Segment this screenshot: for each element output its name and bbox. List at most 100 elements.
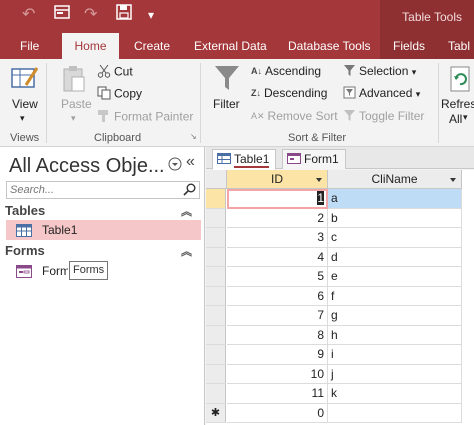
view-icon[interactable]	[10, 63, 40, 96]
chevron-up-icon[interactable]: ︽	[181, 243, 192, 259]
tab-fields[interactable]: Fields	[380, 33, 438, 59]
record-selector[interactable]	[206, 267, 226, 287]
cut-button[interactable]: Cut	[97, 64, 133, 81]
format-painter-button[interactable]: Format Painter	[97, 109, 193, 126]
advanced-filter-icon	[343, 86, 356, 102]
paste-dropdown-icon[interactable]: ▾	[71, 113, 76, 124]
toggle-filter-button[interactable]: Toggle Filter	[343, 109, 424, 125]
record-selector[interactable]	[206, 306, 226, 326]
copy-button[interactable]: Copy	[97, 86, 142, 103]
paste-button[interactable]: Paste	[61, 97, 92, 111]
refresh-all-label: All	[449, 112, 463, 126]
cell-id[interactable]: 8	[227, 325, 328, 345]
remove-sort-button[interactable]: A✕ Remove Sort	[251, 109, 338, 123]
ascending-label: Ascending	[265, 64, 322, 78]
refresh-all-button[interactable]: Refresh	[441, 97, 474, 111]
nav-search-box	[6, 181, 200, 199]
cell-id[interactable]: 1	[227, 189, 328, 209]
cell-cliname[interactable]: i	[328, 345, 462, 365]
cell-cliname[interactable]: e	[328, 267, 462, 287]
views-group-label: Views	[10, 132, 40, 144]
cell-cliname[interactable]	[328, 403, 462, 423]
column-header-id[interactable]: ID	[227, 170, 328, 189]
customize-toolbar-icon[interactable]: ▾	[148, 4, 154, 26]
selection-button[interactable]: Selection ▾	[343, 64, 416, 80]
record-selector[interactable]	[206, 364, 226, 384]
view-dropdown-icon[interactable]: ▾	[20, 113, 25, 124]
cell-id[interactable]: 10	[227, 364, 328, 384]
undo-icon[interactable]: ↶	[22, 4, 35, 26]
nav-search-input[interactable]	[7, 182, 177, 198]
refresh-icon[interactable]	[449, 65, 473, 96]
doc-tab-form1[interactable]: Form1	[282, 149, 346, 169]
cell-id[interactable]: 9	[227, 345, 328, 365]
record-selector[interactable]	[206, 208, 226, 228]
advanced-label: Advanced	[359, 86, 413, 101]
cell-cliname[interactable]: g	[328, 306, 462, 326]
sort-descending-icon: Z↓	[251, 88, 261, 99]
record-selector[interactable]	[206, 286, 226, 306]
dialog-launcher-icon[interactable]: ↘	[190, 132, 197, 141]
cell-cliname[interactable]: d	[328, 247, 462, 267]
cell-cliname[interactable]: h	[328, 325, 462, 345]
remove-sort-icon: A✕	[251, 111, 265, 122]
column-header-cliname[interactable]: CliName	[328, 170, 462, 189]
nav-section-tables[interactable]: Tables ︽	[5, 203, 200, 221]
cell-id[interactable]: 11	[227, 384, 328, 404]
select-all-corner[interactable]	[206, 170, 227, 189]
cell-id[interactable]: 6	[227, 286, 328, 306]
cell-id[interactable]: 5	[227, 267, 328, 287]
record-selector[interactable]	[206, 228, 226, 248]
record-selector[interactable]	[206, 345, 226, 365]
descending-button[interactable]: Z↓ Descending	[251, 86, 327, 100]
cell-id[interactable]: 2	[227, 208, 328, 228]
collapse-pane-icon[interactable]: «	[186, 153, 195, 171]
refresh-dropdown-icon[interactable]: ▾	[463, 112, 468, 123]
cell-cliname[interactable]: k	[328, 384, 462, 404]
column-dropdown-icon[interactable]	[316, 170, 322, 188]
selection-filter-icon	[343, 64, 356, 80]
datasheet: ID CliName 1 a 2 b 3 c 4 d 5 e 6 f 7 g 8 h 9 i 10 j 11 k ✱ 0	[206, 170, 474, 425]
tab-external-data[interactable]: External Data	[184, 33, 277, 59]
tab-file[interactable]: File	[10, 33, 49, 59]
record-selector[interactable]	[206, 384, 226, 404]
cell-id[interactable]: 4	[227, 247, 328, 267]
funnel-icon[interactable]	[214, 64, 240, 95]
tab-database-tools[interactable]: Database Tools	[278, 33, 381, 59]
paste-icon[interactable]	[62, 65, 86, 96]
cell-cliname[interactable]: b	[328, 208, 462, 228]
redo-icon[interactable]: ↷	[84, 4, 97, 26]
form-icon	[287, 151, 301, 169]
tooltip: Forms	[69, 261, 109, 280]
cell-id[interactable]: 3	[227, 228, 328, 248]
tab-table[interactable]: Tabl	[438, 33, 474, 59]
view-button[interactable]: View	[12, 97, 38, 111]
chevron-up-icon[interactable]: ︽	[181, 203, 192, 219]
nav-section-forms[interactable]: Forms ︽	[5, 243, 200, 261]
filter-button[interactable]: Filter	[213, 97, 240, 111]
cell-id[interactable]: 7	[227, 306, 328, 326]
tab-create[interactable]: Create	[124, 33, 180, 59]
form-view-icon[interactable]	[54, 4, 70, 27]
record-selector[interactable]: ✱	[206, 403, 226, 423]
ascending-button[interactable]: A↓ Ascending	[251, 64, 321, 78]
cell-cliname[interactable]: c	[328, 228, 462, 248]
nav-menu-icon[interactable]	[168, 157, 182, 174]
record-selector[interactable]	[206, 189, 226, 209]
record-selector[interactable]	[206, 325, 226, 345]
cell-id[interactable]: 0	[227, 403, 328, 423]
nav-item-table1[interactable]: Table1	[6, 220, 201, 240]
context-tab-header: Table Tools	[380, 0, 474, 33]
cell-cliname[interactable]: j	[328, 364, 462, 384]
record-selector[interactable]	[206, 247, 226, 267]
cell-cliname[interactable]: a	[328, 189, 462, 209]
doc-tab-table1[interactable]: Table1	[212, 149, 277, 170]
advanced-button[interactable]: Advanced ▾	[343, 86, 420, 102]
column-dropdown-icon[interactable]	[450, 170, 456, 188]
tab-home[interactable]: Home	[62, 33, 119, 59]
nav-item-label: Table1	[42, 223, 78, 237]
search-icon[interactable]	[183, 183, 196, 199]
nav-pane-title[interactable]: All Access Obje...	[9, 155, 165, 178]
cell-cliname[interactable]: f	[328, 286, 462, 306]
save-icon[interactable]	[116, 4, 132, 27]
